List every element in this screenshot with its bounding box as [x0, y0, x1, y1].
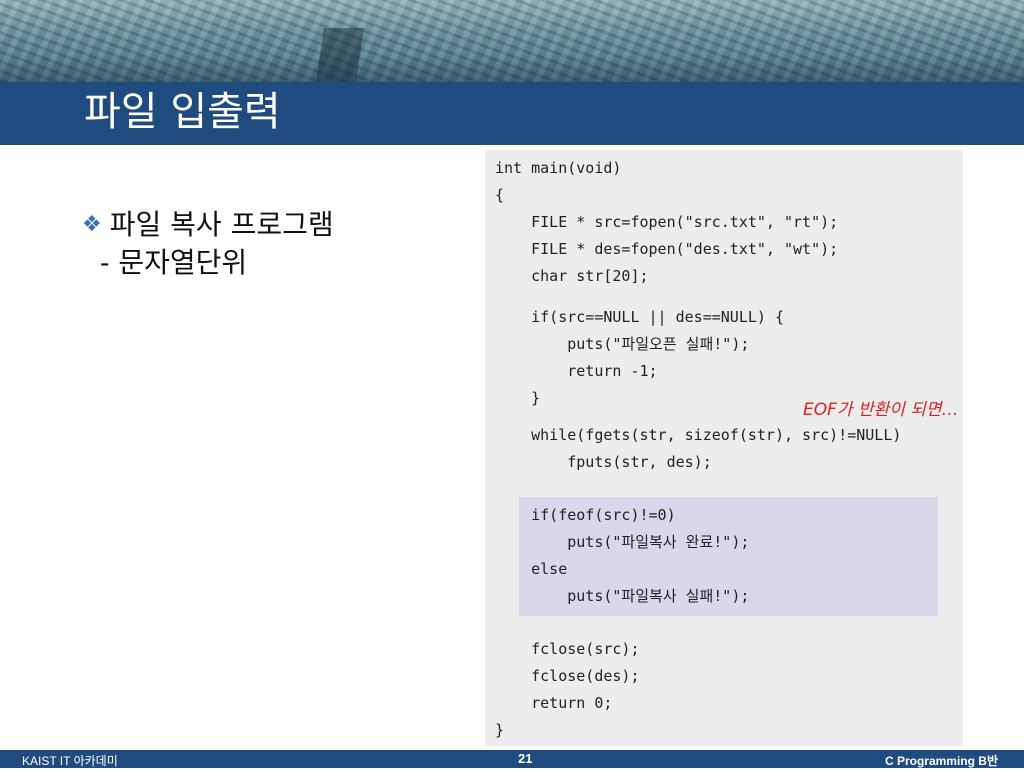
- code-line: return -1;: [495, 362, 658, 380]
- footer-course: C Programming B반: [884, 754, 998, 768]
- code-line: while(fgets(str, sizeof(str), src)!=NULL…: [495, 426, 902, 444]
- code-line: if(feof(src)!=0): [495, 506, 676, 524]
- code-line: char str[20];: [495, 267, 649, 285]
- banner-gradient: [0, 55, 1024, 82]
- code-line: fclose(des);: [495, 667, 640, 685]
- footer-org: KAIST IT 아카데미: [22, 754, 118, 768]
- code-line: }: [495, 721, 505, 739]
- bullet-subtext: - 문자열단위: [100, 246, 248, 279]
- code-line: fputs(str, des);: [495, 453, 712, 471]
- bullet-text: 파일 복사 프로그램: [109, 208, 334, 241]
- footer-bar: KAIST IT 아카데미 21 C Programming B반: [0, 750, 1024, 768]
- diamond-bullet-icon: ❖: [82, 212, 102, 237]
- code-line: if(src==NULL || des==NULL) {: [495, 308, 784, 326]
- code-listing: int main(void) { FILE * src=fopen("src.t…: [495, 155, 901, 744]
- page-number: 21: [518, 751, 533, 766]
- code-line: puts("파일복사 완료!");: [495, 533, 750, 551]
- code-line: FILE * src=fopen("src.txt", "rt");: [495, 213, 839, 231]
- code-line: else: [495, 560, 568, 578]
- code-line: {: [495, 186, 505, 204]
- code-line: puts("파일복사 실패!");: [495, 587, 750, 605]
- slide-title: 파일 입출력: [84, 89, 281, 135]
- header-banner-image: [0, 0, 1024, 82]
- code-line: return 0;: [495, 694, 613, 712]
- code-line: fclose(src);: [495, 640, 640, 658]
- code-line: int main(void): [495, 159, 622, 177]
- code-line: puts("파일오픈 실패!");: [495, 335, 750, 353]
- eof-annotation: EOF가 반환이 되면…: [803, 400, 959, 420]
- bullet-item: ❖ 파일 복사 프로그램 - 문자열단위: [82, 206, 334, 282]
- code-line: FILE * des=fopen("des.txt", "wt");: [495, 240, 839, 258]
